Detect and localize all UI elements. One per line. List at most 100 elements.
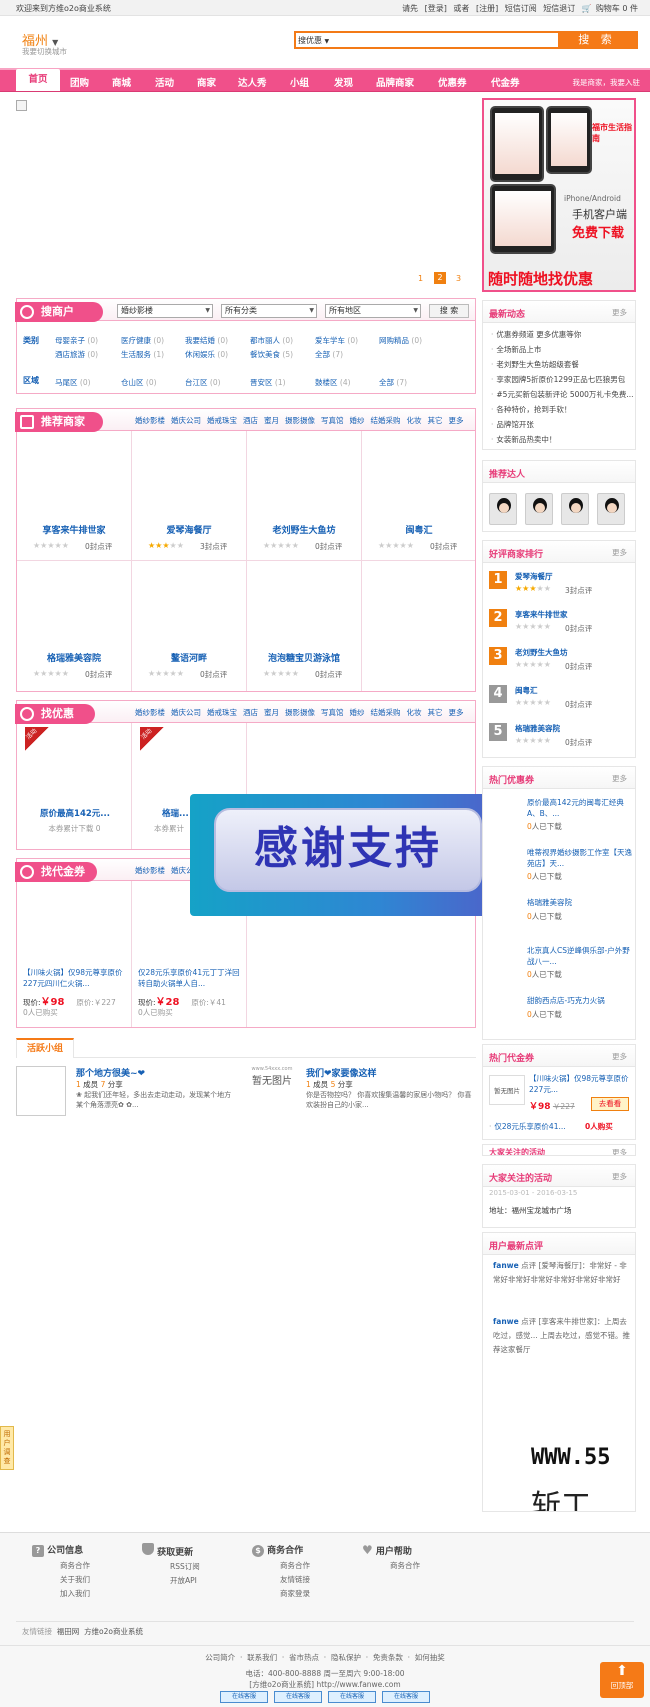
area-link[interactable]: 全部 (7) [379, 377, 407, 388]
coupon-link[interactable]: 唯蒂视界婚纱摄影工作室【天逸苑店】天... [527, 847, 633, 869]
register-link[interactable]: [注册] [476, 4, 498, 13]
footer-link[interactable]: 免责条款 [373, 1653, 403, 1662]
category-link[interactable]: 网购精品 (0) [379, 335, 422, 346]
news-item[interactable]: 品牌馆开张 [491, 419, 534, 430]
voucher-link[interactable]: 【川味火锅】仅98元尊享原价227元... [529, 1073, 633, 1095]
tag-link[interactable]: 婚纱 [350, 708, 365, 717]
more-link[interactable]: 更多 [449, 416, 464, 425]
shop-card[interactable]: 享客来牛排世家 ★★★★★ 0封点评 [17, 431, 132, 561]
view-button[interactable]: 去看看 [591, 1097, 629, 1111]
rank-shop-name[interactable]: 老刘野生大鱼坊 [515, 647, 568, 658]
shop-name[interactable]: 鳌语河畔 [132, 651, 246, 664]
nav-item-discover[interactable]: 发现 [334, 75, 353, 89]
nav-item-home[interactable]: 首页 [16, 69, 60, 91]
coupon-link[interactable]: 甜韵西点店-巧克力火锅 [527, 995, 633, 1006]
group-title[interactable]: 那个地方很美~❤ [76, 1066, 145, 1079]
news-item[interactable]: #5元买新包装新评论 5000万礼卡免费... [491, 389, 633, 400]
more-link[interactable]: 更多 [612, 307, 627, 318]
more-link[interactable]: 更多 [612, 1171, 627, 1182]
tag-link[interactable]: 蜜月 [264, 708, 279, 717]
tag-link[interactable]: 结婚采购 [371, 416, 401, 425]
shop-name[interactable]: 爱琴海餐厅 [132, 523, 246, 536]
friend-link[interactable]: 福田网 [57, 1627, 80, 1636]
tag-link[interactable]: 婚庆公司 [171, 416, 201, 425]
search-button[interactable]: 搜 索 [558, 33, 636, 47]
city-switch-link[interactable]: 我要切换城市 [22, 46, 67, 57]
avatar[interactable] [489, 493, 517, 525]
footer-link[interactable]: 加入我们 [60, 1588, 90, 1599]
nav-item-brands[interactable]: 品牌商家 [376, 75, 414, 89]
back-to-top-label[interactable]: 回顶部 [600, 1680, 644, 1691]
rank-shop-name[interactable]: 享客来牛排世家 [515, 609, 568, 620]
cart-link[interactable]: 购物车 0 件 [596, 4, 638, 13]
category-link[interactable]: 休闲娱乐 (0) [185, 349, 228, 360]
more-link[interactable]: 更多 [449, 708, 464, 717]
avatar[interactable] [525, 493, 553, 525]
voucher-name[interactable]: 【川味火锅】仅98元尊享原价227元四川仁火锅... [23, 967, 127, 989]
coupon-link[interactable]: 格瑞雅美容院 [527, 897, 633, 908]
shop-card[interactable]: 格瑞雅美容院 ★★★★★ 0封点评 [17, 561, 132, 691]
footer-link[interactable]: RSS订阅 [170, 1561, 200, 1572]
survey-float-tab[interactable]: 用户调查 [0, 1426, 14, 1470]
footer-link[interactable]: 隐私保护 [331, 1653, 361, 1662]
category-link[interactable]: 全部 (7) [315, 349, 343, 360]
sms-subscribe-link[interactable]: 短信订阅 [505, 4, 537, 13]
category-link[interactable]: 生活服务 (1) [121, 349, 164, 360]
coupon-link[interactable]: 北京真人CS逆峰俱乐部-户外野战八一... [527, 945, 633, 967]
tag-link[interactable]: 婚纱 [350, 416, 365, 425]
shop-card[interactable]: 老刘野生大鱼坊 ★★★★★ 0封点评 [247, 431, 362, 561]
banner-page-2[interactable]: 2 [434, 272, 446, 284]
tag-link[interactable]: 结婚采购 [371, 708, 401, 717]
news-item[interactable]: 全场新品上市 [491, 344, 541, 355]
category-link[interactable]: 爱车学车 (0) [315, 335, 358, 346]
category-link[interactable]: 都市丽人 (0) [250, 335, 293, 346]
footer-link[interactable]: 如何抽奖 [415, 1653, 445, 1662]
category-dropdown[interactable]: 婚纱影楼 [117, 304, 213, 318]
sms-unsubscribe-link[interactable]: 短信退订 [543, 4, 575, 13]
area-link[interactable]: 仓山区 (0) [121, 377, 157, 388]
back-to-top-button[interactable]: ⬆ 回顶部 [600, 1662, 644, 1698]
category-link[interactable]: 我要结婚 (0) [185, 335, 228, 346]
shop-name[interactable]: 老刘野生大鱼坊 [247, 523, 361, 536]
cart-icon[interactable]: 🛒 [582, 4, 592, 13]
footer-link[interactable]: 友情链接 [280, 1574, 310, 1585]
nav-item-daren[interactable]: 达人秀 [238, 75, 267, 89]
category-link[interactable]: 酒店旅游 (0) [55, 349, 98, 360]
news-item[interactable]: 各种特价，抢到手软！ [491, 404, 571, 415]
coupon-card[interactable]: 活动 原价最高142元... 本券累计下载 0 [17, 723, 132, 849]
category-link[interactable]: 母婴亲子 (0) [55, 335, 98, 346]
coupon-name[interactable]: 原价最高142元... [23, 807, 127, 819]
tag-link[interactable]: 婚纱影楼 [135, 708, 165, 717]
shop-card[interactable]: 泡泡糖宝贝游泳馆 ★★★★★ 0封点评 [247, 561, 362, 691]
footer-link[interactable]: 公司简介 [205, 1653, 235, 1662]
news-item[interactable]: 老刘野生大鱼坊超级套餐 [491, 359, 579, 370]
category-link[interactable]: 餐饮美食 (5) [250, 349, 293, 360]
more-link[interactable]: 更多 [612, 773, 627, 784]
qq-support-badge[interactable]: 在线客服 [328, 1691, 376, 1703]
footer-link[interactable]: 联系我们 [247, 1653, 277, 1662]
nav-item-events[interactable]: 活动 [155, 75, 174, 89]
area-link[interactable]: 马尾区 (0) [55, 377, 91, 388]
tag-link[interactable]: 化妆 [407, 416, 422, 425]
nav-item-shops[interactable]: 商家 [197, 75, 216, 89]
friend-link[interactable]: 方维o2o商业系统 [84, 1627, 143, 1636]
category-link[interactable]: 医疗健康 (0) [121, 335, 164, 346]
shop-name[interactable]: 格瑞雅美容院 [17, 651, 131, 664]
footer-link[interactable]: 商务合作 [60, 1560, 90, 1571]
voucher-card[interactable]: 【川味火锅】仅98元尊享原价227元四川仁火锅... 现价:￥98 原价:￥22… [17, 881, 132, 1027]
app-promo[interactable]: 福市生活指南 iPhone/Android 手机客户端 免费下载 随时随地找优惠 [482, 98, 636, 292]
shop-name[interactable]: 闽粤汇 [362, 523, 476, 536]
nav-item-group-buy[interactable]: 团购 [70, 75, 89, 89]
tab-active-groups[interactable]: 活跃小组 [16, 1038, 74, 1058]
coupon-name[interactable]: 格瑞... [162, 807, 189, 819]
footer-link[interactable]: 商家登录 [280, 1588, 310, 1599]
rank-shop-name[interactable]: 格瑞雅美容院 [515, 723, 560, 734]
tag-link[interactable]: 写真馆 [321, 416, 344, 425]
tag-link[interactable]: 化妆 [407, 708, 422, 717]
shop-card[interactable]: 爱琴海餐厅 ★★★★★ 3封点评 [132, 431, 247, 561]
qq-support-badge[interactable]: 在线客服 [382, 1691, 430, 1703]
shop-name[interactable]: 享客来牛排世家 [17, 523, 131, 536]
qq-support-badge[interactable]: 在线客服 [274, 1691, 322, 1703]
qq-support-badge[interactable]: 在线客服 [220, 1691, 268, 1703]
news-item[interactable]: 享家园牌5折原价1299正品七匹狼男包 [491, 374, 633, 385]
